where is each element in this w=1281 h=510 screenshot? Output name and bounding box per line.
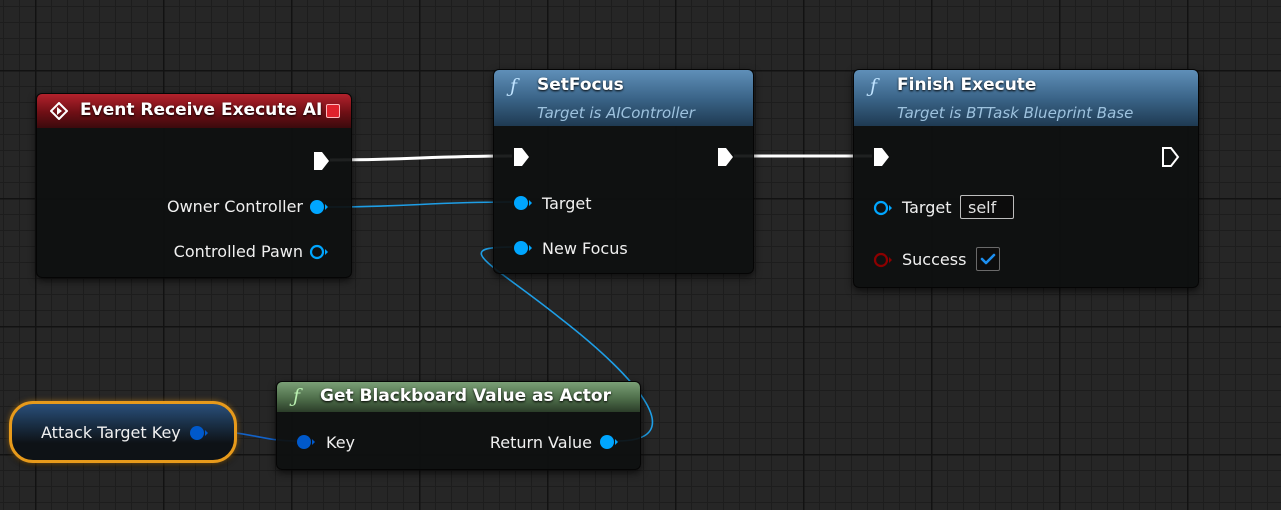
- success-input-pin[interactable]: [873, 252, 893, 268]
- function-icon: ƒ: [870, 75, 878, 97]
- exec-out-pin[interactable]: [313, 151, 331, 171]
- get-blackboard-value-as-actor-node[interactable]: ƒ Get Blackboard Value as Actor Key Retu…: [276, 381, 641, 470]
- stop-square-icon: [326, 104, 340, 118]
- event-node-title: Event Receive Execute AI: [80, 100, 323, 120]
- set-focus-node[interactable]: ƒ SetFocus Target is AIController Target…: [493, 69, 754, 274]
- get-blackboard-header[interactable]: ƒ Get Blackboard Value as Actor: [277, 382, 640, 412]
- return-value-label: Return Value: [489, 433, 592, 452]
- target-label: Target: [542, 194, 592, 213]
- finish-execute-subtitle: Target is BTTask Blueprint Base: [897, 104, 1134, 122]
- function-icon: ƒ: [293, 385, 301, 407]
- attack-target-key-label: Attack Target Key: [41, 423, 181, 442]
- key-label: Key: [326, 433, 356, 452]
- checkmark-icon: [980, 253, 996, 265]
- success-checkbox[interactable]: [976, 247, 1000, 271]
- set-focus-header[interactable]: ƒ SetFocus Target is AIController: [494, 70, 753, 126]
- key-input-pin[interactable]: [296, 434, 316, 450]
- exec-wire-event-to-setfocus[interactable]: [329, 154, 513, 162]
- attack-target-key-output-pin[interactable]: [189, 425, 209, 441]
- attack-target-key-variable-node[interactable]: Attack Target Key: [9, 401, 237, 463]
- set-focus-title: SetFocus: [537, 75, 624, 95]
- exec-out-pin[interactable]: [717, 147, 735, 167]
- exec-out-pin[interactable]: [1161, 146, 1181, 168]
- finish-execute-header[interactable]: ƒ Finish Execute Target is BTTask Bluepr…: [854, 70, 1198, 126]
- target-input-pin[interactable]: [513, 195, 533, 211]
- target-label: Target: [902, 198, 952, 217]
- function-icon: ƒ: [510, 75, 518, 97]
- target-default-value[interactable]: self: [960, 195, 1014, 219]
- event-diamond-icon: [50, 102, 68, 120]
- owner-controller-pin[interactable]: [309, 199, 329, 215]
- finish-execute-title: Finish Execute: [897, 75, 1037, 95]
- new-focus-input-pin[interactable]: [513, 240, 533, 256]
- set-focus-subtitle: Target is AIController: [537, 104, 695, 122]
- return-value-pin[interactable]: [599, 434, 619, 450]
- success-label: Success: [902, 250, 967, 269]
- event-receive-execute-ai-node[interactable]: Event Receive Execute AI Owner Controlle…: [36, 93, 352, 278]
- exec-in-pin[interactable]: [513, 147, 531, 167]
- target-input-pin[interactable]: [873, 200, 893, 216]
- owner-controller-label: Owner Controller: [166, 197, 303, 216]
- new-focus-label: New Focus: [542, 239, 628, 258]
- event-node-header[interactable]: Event Receive Execute AI: [37, 94, 351, 128]
- controlled-pawn-label: Controlled Pawn: [173, 242, 303, 261]
- finish-execute-node[interactable]: ƒ Finish Execute Target is BTTask Bluepr…: [853, 69, 1199, 288]
- exec-in-pin[interactable]: [873, 147, 891, 167]
- controlled-pawn-pin[interactable]: [309, 244, 329, 260]
- data-wire-owner-to-target[interactable]: [327, 201, 513, 208]
- get-blackboard-title: Get Blackboard Value as Actor: [320, 386, 611, 406]
